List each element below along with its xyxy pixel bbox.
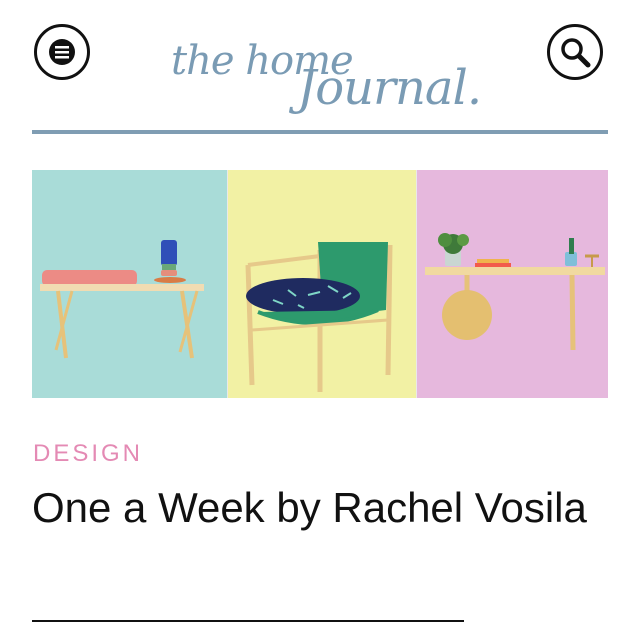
logo-line-bottom: Journal.	[297, 60, 482, 116]
article-title[interactable]: One a Week by Rachel Vosila	[32, 482, 592, 534]
hamburger-menu-icon	[49, 39, 75, 65]
hero-panel-bench	[32, 170, 228, 398]
site-logo[interactable]: the home Journal.	[165, 30, 482, 120]
header-divider	[32, 130, 608, 134]
menu-button[interactable]	[34, 24, 90, 80]
hero-panel-table	[415, 170, 608, 398]
bench-illustration	[40, 240, 204, 359]
article-category[interactable]: DESIGN	[33, 440, 143, 468]
search-button[interactable]	[547, 24, 603, 80]
search-icon	[561, 38, 591, 68]
title-underline	[32, 620, 464, 622]
hero-image[interactable]	[32, 170, 608, 398]
hero-panel-chair	[227, 170, 416, 398]
table-illustration	[424, 233, 605, 351]
chair-illustration	[245, 242, 393, 392]
